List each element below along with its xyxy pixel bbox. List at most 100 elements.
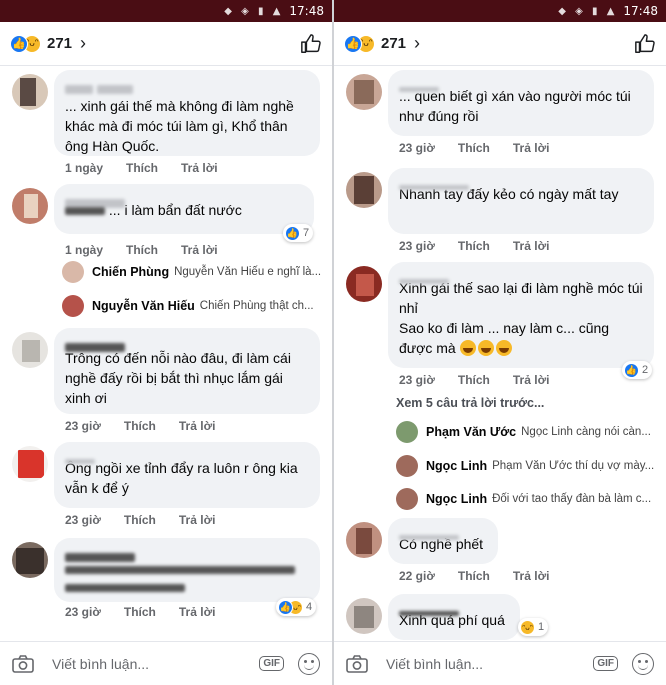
comment-bubble: ... i làm bẩn đất nước [54, 184, 314, 234]
avatar[interactable] [12, 542, 48, 578]
reply-text: Nguyễn Văn Hiếu e nghĩ là... [174, 266, 322, 278]
comment: Có nghề phết 22 giờ Thích Trả lời [334, 518, 666, 588]
avatar[interactable] [346, 172, 382, 208]
avatar [396, 488, 418, 510]
comment-reactions[interactable]: 👍 ᵔᴗᵔ 4 [276, 598, 317, 616]
camera-icon[interactable] [346, 654, 368, 673]
camera-icon[interactable] [12, 654, 34, 673]
comment-bubble: Trông có đến nỗi nào đâu, đi làm cái ngh… [54, 328, 320, 414]
reply-item[interactable]: Nguyễn Văn Hiếu Chiến Phùng thật ch... [62, 294, 324, 318]
reply-item[interactable]: Ngọc Linh Phạm Văn Ước thí dụ vợ mày... [396, 454, 658, 478]
like-comment-button[interactable]: Thích [126, 161, 158, 175]
comment-list[interactable]: ... xinh gái thế mà không đi làm nghề kh… [0, 66, 332, 641]
reaction-count: 2 [642, 364, 649, 376]
reaction-count: 4 [306, 601, 313, 613]
avatar[interactable] [346, 522, 382, 558]
comment-actions: 22 giờ Thích Trả lời [399, 569, 572, 583]
comment: Xinh quá phí quá ᵔᴗᵔ 1 [334, 594, 666, 641]
comment-time: 1 ngày [65, 243, 104, 257]
comment: ... i làm bẩn đất nước 👍 7 1 ngày Thích … [0, 184, 332, 268]
comment-input[interactable]: Viết bình luận... [386, 656, 593, 672]
blurred-name [65, 450, 309, 464]
status-bar: ◆ ◈ ▮ ▲ 17:48 [0, 0, 332, 22]
comment-reactions[interactable]: ᵔᴗᵔ 1 [518, 618, 549, 636]
reply-comment-button[interactable]: Trả lời [181, 243, 218, 257]
like-comment-button[interactable]: Thích [126, 243, 158, 257]
comment-actions: 23 giờ Thích Trả lời [65, 419, 238, 433]
reaction-count: 1 [538, 621, 545, 633]
avatar[interactable] [12, 446, 48, 482]
comment: ... quen biết gì xán vào người móc túi n… [334, 70, 666, 158]
blurred-name [65, 546, 309, 562]
comment-actions: 23 giờ Thích Trả lời [65, 513, 238, 527]
reply-item[interactable]: Ngọc Linh Đối với tao thấy đàn bà làm c.… [396, 487, 658, 511]
emoji-icon[interactable] [632, 652, 654, 675]
like-comment-button[interactable]: Thích [124, 419, 156, 433]
like-comment-button[interactable]: Thích [458, 373, 490, 387]
reaction-count: 7 [303, 227, 310, 239]
reply-author: Ngọc Linh [426, 492, 488, 506]
comment-reactions[interactable]: 👍 2 [622, 361, 653, 379]
comment-bubble: Xinh quá phí quá [388, 594, 520, 640]
gif-button[interactable]: GIF [259, 656, 284, 671]
reply-text: Đối với tao thấy đàn bà làm c... [492, 493, 652, 505]
comment-time: 23 giờ [399, 141, 435, 155]
avatar[interactable] [346, 266, 382, 302]
gif-button[interactable]: GIF [593, 656, 618, 671]
comment: Xinh gái thế sao lại đi làm nghề móc túi… [334, 262, 666, 392]
reply-comment-button[interactable]: Trả lời [513, 239, 550, 253]
comment-time: 22 giờ [399, 569, 435, 583]
avatar[interactable] [346, 598, 382, 634]
comment-input[interactable]: Viết bình luận... [52, 656, 259, 672]
blurred-name [399, 270, 643, 284]
reply-item[interactable]: Chiến Phùng Nguyễn Văn Hiếu e nghĩ là... [62, 260, 324, 284]
like-reaction-icon: 👍 [344, 34, 362, 53]
reply-comment-button[interactable]: Trả lời [513, 373, 550, 387]
comment-list[interactable]: ... quen biết gì xán vào người móc túi n… [334, 66, 666, 641]
like-post-button[interactable] [300, 33, 322, 55]
comment: 👍 ᵔᴗᵔ 4 23 giờ Thích Trả lời [0, 538, 332, 634]
reaction-summary[interactable]: 👍 ᵔᴗᵔ 271 › [10, 33, 86, 54]
haha-reaction-icon: ᵔᴗᵔ [520, 619, 535, 635]
reply-comment-button[interactable]: Trả lời [513, 569, 550, 583]
reply-item[interactable]: Phạm Văn Ước Ngọc Linh càng nói càn... [396, 420, 658, 444]
avatar[interactable] [346, 74, 382, 110]
avatar[interactable] [12, 74, 48, 110]
like-post-button[interactable] [634, 33, 656, 55]
blurred-name [65, 192, 303, 208]
avatar[interactable] [12, 188, 48, 224]
like-comment-button[interactable]: Thích [458, 239, 490, 253]
like-comment-button[interactable]: Thích [124, 605, 156, 619]
comments-header: 👍 ᵔᴗᵔ 271 › [0, 22, 332, 66]
comment-actions: 23 giờ Thích Trả lời [399, 239, 572, 253]
comment-text: ... xinh gái thế mà không đi làm nghề kh… [65, 98, 294, 154]
reply-comment-button[interactable]: Trả lời [179, 419, 216, 433]
like-reaction-icon: 👍 [285, 225, 300, 241]
comment-bubble: Ông ngồi xe tỉnh đẩy ra luôn r ông kia v… [54, 442, 320, 508]
reply-text: Chiến Phùng thật ch... [199, 300, 314, 312]
like-comment-button[interactable]: Thích [458, 141, 490, 155]
reply-comment-button[interactable]: Trả lời [513, 141, 550, 155]
reply-text: Ngọc Linh càng nói càn... [521, 426, 651, 438]
comment-reactions[interactable]: 👍 7 [283, 224, 314, 242]
reaction-summary[interactable]: 👍 ᵔᴗᵔ 271 › [344, 33, 420, 54]
comment-time: 23 giờ [65, 513, 101, 527]
blurred-name [65, 336, 309, 352]
like-comment-button[interactable]: Thích [124, 513, 156, 527]
blurred-name [65, 78, 309, 94]
reply-comment-button[interactable]: Trả lời [181, 161, 218, 175]
thumbs-up-icon [635, 33, 655, 53]
like-reaction-icon: 👍 [624, 362, 639, 378]
emoji-icon[interactable] [298, 652, 320, 675]
like-comment-button[interactable]: Thích [458, 569, 490, 583]
reply-comment-button[interactable]: Trả lời [179, 605, 216, 619]
blurred-text [65, 566, 295, 574]
reply-comment-button[interactable]: Trả lời [179, 513, 216, 527]
comment-bubble: Xinh gái thế sao lại đi làm nghề móc túi… [388, 262, 654, 368]
reply-author: Nguyễn Văn Hiếu [92, 299, 195, 313]
comments-header: 👍 ᵔᴗᵔ 271 › [334, 22, 666, 66]
avatar [396, 455, 418, 477]
thumbs-up-icon [301, 33, 321, 53]
avatar[interactable] [12, 332, 48, 368]
view-previous-replies-link[interactable]: Xem 5 câu trả lời trước... [396, 396, 544, 410]
